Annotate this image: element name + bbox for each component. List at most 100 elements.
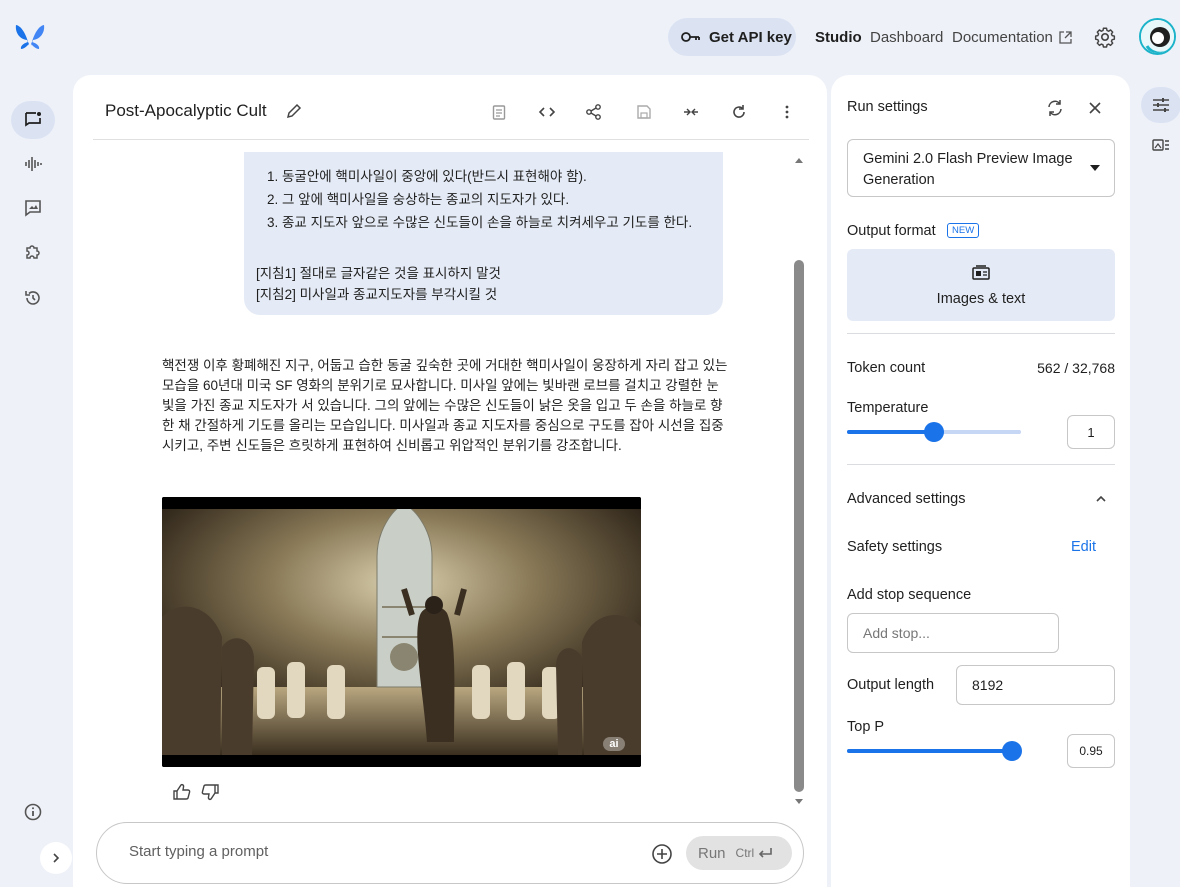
top-p-knob[interactable]	[1002, 741, 1023, 761]
share-icon	[586, 104, 601, 120]
top-p-label: Top P	[847, 719, 885, 735]
safety-edit-link[interactable]: Edit	[1071, 539, 1096, 555]
nav-studio[interactable]: Studio	[815, 29, 862, 46]
puzzle-icon	[26, 245, 40, 259]
reset-settings-icon[interactable]	[1045, 98, 1065, 118]
temperature-knob[interactable]	[924, 422, 944, 442]
temperature-input[interactable]: 1	[1067, 415, 1115, 449]
run-settings-toggle[interactable]	[1141, 87, 1180, 123]
left-rail	[0, 75, 66, 887]
advanced-settings-label[interactable]: Advanced settings	[847, 491, 966, 507]
stop-sequence-label: Add stop sequence	[847, 587, 972, 603]
run-settings-panel: Run settings Gemini 2.0 Flash Preview Im…	[831, 75, 1130, 887]
generated-image[interactable]: ai	[162, 497, 641, 767]
info-icon	[24, 803, 42, 821]
save-button[interactable]	[633, 101, 655, 123]
stop-sequence-input[interactable]	[847, 613, 1059, 653]
output-length-label: Output length	[847, 677, 935, 693]
code-icon	[538, 107, 556, 117]
page-title: Post-Apocalyptic Cult	[105, 101, 267, 120]
temperature-fill	[847, 430, 934, 434]
rail-media-button[interactable]	[11, 189, 55, 227]
run-label: Run	[698, 844, 726, 862]
run-button[interactable]: Run Ctrl	[686, 836, 792, 870]
model-response-text: 핵전쟁 이후 황폐해진 지구, 어둡고 습한 동굴 깊숙한 곳에 거대한 핵미사…	[162, 358, 728, 453]
token-count-value: 562 / 32,768	[1037, 360, 1115, 376]
more-options-button[interactable]	[776, 101, 798, 123]
audio-wave-icon	[25, 157, 42, 171]
copy-prompt-button[interactable]	[488, 101, 510, 123]
rail-history-button[interactable]	[11, 279, 55, 317]
add-circle-icon[interactable]	[651, 843, 673, 865]
list-item: 동굴안에 핵미사일이 중앙에 있다(반드시 표현해야 함).	[282, 165, 692, 188]
chat-panel: Post-Apocalyptic Cult 1. 동굴안에 핵미사일이 중앙에 …	[73, 75, 827, 887]
get-api-key-button[interactable]: Get API key	[668, 18, 796, 56]
clipboard-icon	[492, 105, 506, 120]
scrollbar-thumb[interactable]	[794, 260, 804, 792]
divider	[847, 333, 1115, 334]
nav-dashboard[interactable]: Dashboard	[870, 29, 943, 46]
share-button[interactable]	[583, 101, 605, 123]
nav-documentation[interactable]: Documentation	[952, 29, 1072, 46]
chevron-right-icon	[53, 853, 60, 863]
divider	[847, 464, 1115, 465]
key-icon	[681, 32, 700, 42]
media-gallery-toggle[interactable]	[1141, 127, 1180, 163]
ai-watermark-badge: ai	[603, 737, 625, 751]
top-p-fill	[847, 749, 1013, 753]
model-name: Gemini 2.0 Flash Preview Image Generatio…	[863, 151, 1073, 188]
user-message: 동굴안에 핵미사일이 중앙에 있다(반드시 표현해야 함). 그 앞에 핵미사일…	[244, 152, 723, 315]
enter-key-icon	[759, 848, 773, 858]
close-icon[interactable]	[1086, 99, 1104, 117]
top-p-input[interactable]: 0.95	[1067, 734, 1115, 768]
prompt-box: Run Ctrl	[96, 822, 804, 884]
safety-settings-label: Safety settings	[847, 539, 943, 555]
chat-icon	[25, 112, 41, 127]
top-bar: Get API key Studio Dashboard Documentati…	[0, 0, 1180, 75]
list-item: 종교 지도자 앞으로 수많은 신도들이 손을 하늘로 치켜세우고 기도를 한다.	[282, 211, 692, 234]
chevron-down-icon	[1090, 165, 1100, 171]
history-icon	[25, 291, 40, 305]
compare-arrows-icon	[684, 108, 698, 116]
shortcut-label: Ctrl	[735, 846, 755, 860]
thumbs-up-icon[interactable]	[172, 782, 192, 802]
avatar[interactable]	[1139, 18, 1176, 55]
gallery-icon	[1152, 139, 1169, 151]
guideline-2: [지침2] 미사일과 종교지도자를 부각시킬 것	[256, 287, 498, 302]
get-api-key-label: Get API key	[709, 28, 792, 46]
run-settings-title: Run settings	[847, 99, 928, 115]
rail-stream-button[interactable]	[11, 145, 55, 183]
chevron-up-icon[interactable]	[1094, 493, 1108, 505]
output-format-images-text[interactable]: Images & text	[847, 249, 1115, 321]
generated-cult-scene-icon	[162, 497, 641, 767]
save-icon	[637, 105, 651, 119]
compare-button[interactable]	[680, 101, 702, 123]
prompt-input[interactable]	[129, 843, 609, 860]
rail-extensions-button[interactable]	[11, 233, 55, 271]
guideline-1: [지침1] 절대로 글자같은 것을 표시하지 말것	[256, 266, 501, 281]
rail-chat-button[interactable]	[11, 101, 55, 139]
image-chat-icon	[25, 200, 41, 217]
output-format-label: Output format	[847, 223, 936, 239]
refresh-icon	[733, 105, 745, 118]
thumbs-down-icon[interactable]	[200, 782, 220, 802]
right-rail	[1135, 75, 1180, 887]
new-badge: NEW	[947, 223, 980, 238]
gear-icon[interactable]	[1094, 26, 1116, 48]
gemini-logo-icon[interactable]	[14, 22, 46, 50]
token-count-label: Token count	[847, 360, 926, 376]
list-item: 그 앞에 핵미사일을 숭상하는 종교의 지도자가 있다.	[282, 188, 692, 211]
model-select[interactable]: Gemini 2.0 Flash Preview Image Generatio…	[847, 139, 1115, 197]
output-length-input[interactable]	[956, 665, 1115, 705]
reset-button[interactable]	[728, 101, 750, 123]
get-code-button[interactable]	[536, 101, 558, 123]
output-format-value: Images & text	[936, 291, 1026, 307]
run-shortcut: Ctrl	[736, 846, 774, 860]
expand-sidebar-button[interactable]	[40, 842, 72, 874]
temperature-label: Temperature	[847, 400, 929, 416]
pencil-icon[interactable]	[285, 102, 303, 120]
user-prompt-list: 동굴안에 핵미사일이 중앙에 있다(반드시 표현해야 함). 그 앞에 핵미사일…	[264, 165, 692, 234]
rail-info-button[interactable]	[11, 793, 55, 831]
avatar-image-icon	[1141, 20, 1174, 53]
external-link-icon	[1059, 31, 1072, 44]
